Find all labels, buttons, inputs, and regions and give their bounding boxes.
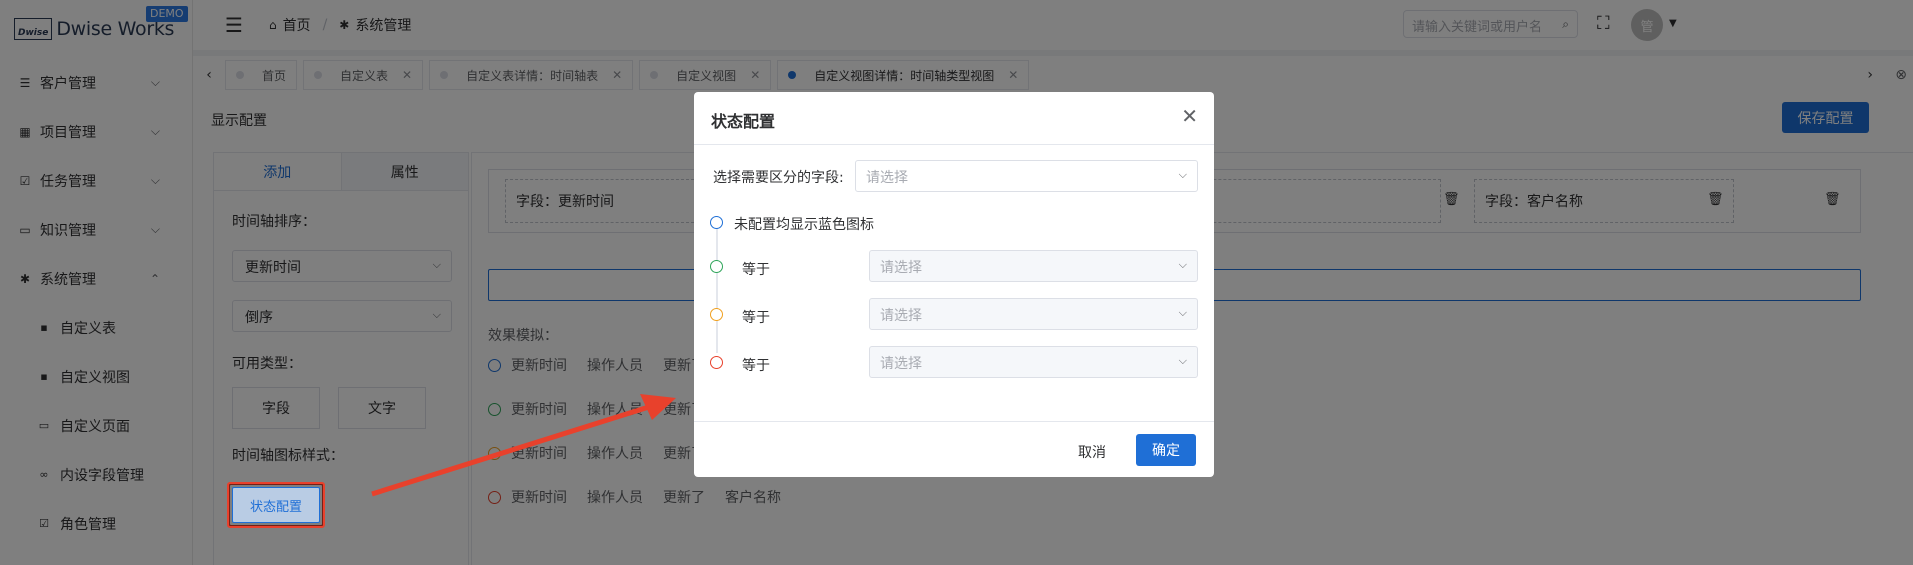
close-icon[interactable]: ✕ <box>1181 104 1198 128</box>
condition-select[interactable]: 请选择 ⌵ <box>869 298 1198 330</box>
cancel-button[interactable]: 取消 <box>1078 442 1106 462</box>
chevron-down-icon: ⌵ <box>1178 258 1187 271</box>
confirm-button[interactable]: 确定 <box>1136 434 1196 466</box>
chevron-down-icon: ⌵ <box>1178 306 1187 319</box>
condition-placeholder: 请选择 <box>880 356 922 372</box>
timeline-dot-icon <box>710 216 723 229</box>
condition-label: 等于 <box>742 358 770 374</box>
timeline-dot-icon <box>710 260 723 273</box>
dialog-title: 状态配置 <box>711 112 776 131</box>
condition-select[interactable]: 请选择 ⌵ <box>869 346 1198 378</box>
field-select-placeholder: 请选择 <box>866 170 908 186</box>
divider <box>694 421 1214 422</box>
chevron-down-icon: ⌵ <box>1178 354 1187 367</box>
timeline-line <box>716 225 718 353</box>
annotation-box: 状态配置 <box>227 482 325 528</box>
condition-select[interactable]: 请选择 ⌵ <box>869 250 1198 282</box>
condition-label: 等于 <box>742 262 770 278</box>
timeline-dot-icon <box>710 356 723 369</box>
status-config-button-highlight[interactable]: 状态配置 <box>232 487 320 523</box>
condition-label: 等于 <box>742 310 770 326</box>
condition-placeholder: 请选择 <box>880 260 922 276</box>
default-icon-text: 未配置均显示蓝色图标 <box>734 217 874 233</box>
field-select[interactable]: 请选择 ⌵ <box>855 160 1198 192</box>
timeline-dot-icon <box>710 308 723 321</box>
status-config-dialog: 状态配置 ✕ 选择需要区分的字段: 请选择 ⌵ 未配置均显示蓝色图标 等于 请选… <box>694 92 1214 477</box>
field-select-label: 选择需要区分的字段: <box>713 170 844 186</box>
chevron-down-icon: ⌵ <box>1178 168 1187 181</box>
divider <box>694 144 1214 145</box>
condition-placeholder: 请选择 <box>880 308 922 324</box>
